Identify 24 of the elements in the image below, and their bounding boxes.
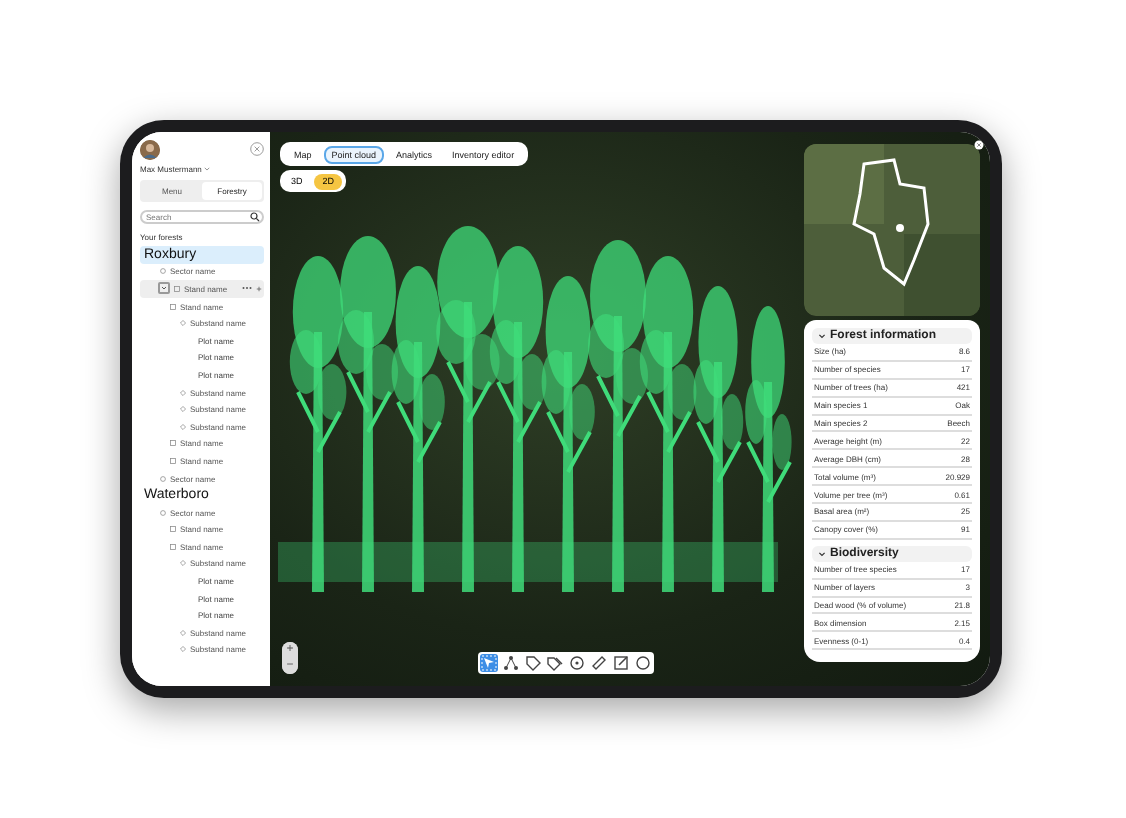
edit-icon[interactable] [612, 654, 630, 672]
diamond-icon [180, 320, 186, 327]
tags-icon[interactable] [546, 654, 564, 672]
diamond-icon [180, 406, 186, 413]
diamond-icon [180, 423, 186, 430]
chevron-down-icon[interactable] [818, 332, 826, 340]
diamond-icon [180, 646, 186, 653]
circle-icon [160, 509, 166, 516]
target-icon[interactable] [568, 654, 586, 672]
satellite-map[interactable] [804, 144, 980, 316]
diamond-icon [180, 629, 186, 636]
circle-icon [160, 475, 166, 482]
nodes-icon[interactable] [502, 654, 520, 672]
plus-icon[interactable] [256, 285, 262, 292]
diamond-icon [180, 560, 186, 567]
chevron-down-icon[interactable] [158, 282, 170, 295]
diamond-icon [180, 389, 186, 396]
search-icon[interactable] [250, 212, 260, 222]
circle-icon [160, 268, 166, 275]
avatar[interactable] [140, 140, 160, 160]
close-icon[interactable] [974, 140, 984, 150]
ruler-icon[interactable] [590, 654, 608, 672]
tag-icon[interactable] [524, 654, 542, 672]
circle-icon[interactable] [634, 654, 652, 672]
